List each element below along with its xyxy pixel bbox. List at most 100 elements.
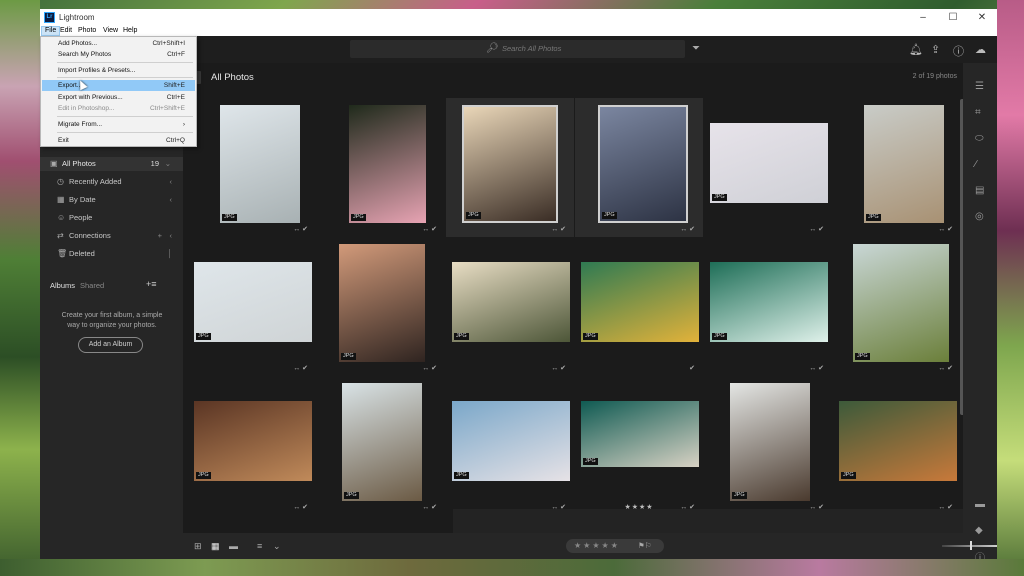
menu-item-add-photos[interactable]: Add Photos... Ctrl+Shift+I (42, 38, 195, 49)
connections-icon: ⇄ (57, 231, 64, 240)
photo-thumbnail[interactable]: JPG (839, 401, 957, 481)
photo-thumbnail[interactable]: JPG (581, 401, 699, 467)
file-type-badge: JPG (454, 472, 469, 479)
menu-view[interactable]: View (100, 26, 121, 36)
sidebar-item-connections[interactable]: ⇄ Connections + ‹ (48, 229, 176, 243)
help-icon[interactable]: ⓘ (953, 43, 964, 59)
file-type-badge: JPG (712, 333, 727, 340)
photo-status-icons: ↔ ✔ (680, 226, 695, 233)
menu-item-migrate-from[interactable]: Migrate From... › (42, 119, 195, 130)
chevron-down-icon[interactable]: ⌄ (273, 541, 281, 552)
search-input[interactable]: 🔎︎ Search All Photos (350, 40, 685, 58)
tab-shared[interactable]: Shared (80, 281, 104, 290)
photo-count: 2 of 19 photos (912, 73, 957, 80)
photo-thumbnail[interactable]: JPG (194, 401, 312, 481)
gradient-icon[interactable]: ▤ (975, 185, 984, 196)
menu-photo[interactable]: Photo (75, 26, 99, 36)
photo-cell[interactable]: JPG ↔ ✔ (704, 237, 832, 376)
photo-status-icons: ↔ ✔ (551, 365, 566, 372)
photo-cell[interactable]: JPG ↔ ✔ (704, 376, 832, 515)
sidebar-item-deleted[interactable]: 🗑︎ Deleted │ (48, 247, 176, 261)
menu-item-import-profiles[interactable]: Import Profiles & Presets... (42, 65, 195, 76)
photo-cell[interactable]: JPG ✔ (575, 237, 703, 376)
photo-cell[interactable]: JPG ↔ ✔ (833, 237, 961, 376)
tab-albums[interactable]: Albums (50, 281, 75, 290)
photo-cell[interactable]: JPG ↔ ✔ (575, 98, 703, 237)
menu-separator (57, 77, 193, 78)
photo-thumbnail[interactable]: JPG (710, 262, 828, 342)
edit-sliders-icon[interactable]: ☰ (975, 81, 984, 92)
file-menu-dropdown: Add Photos... Ctrl+Shift+I Search My Phot… (40, 36, 197, 147)
crop-icon[interactable]: ⌗ (975, 107, 981, 118)
photo-cell[interactable]: JPG ↔ ✔ (188, 98, 316, 237)
cloud-sync-icon[interactable]: ☁ (975, 43, 986, 56)
single-view-icon[interactable]: ▬ (229, 541, 238, 551)
filter-icon[interactable]: ⏷ (692, 43, 700, 54)
rating-filter[interactable]: ★★★★★ ⚑⚐ (566, 539, 664, 553)
photo-cell[interactable]: JPG ↔ ✔ (833, 98, 961, 237)
photo-thumbnail[interactable]: JPG (853, 244, 949, 362)
right-tool-panel: ☰ ⌗ ⬭ ∕ ▤ ◎ ▬ ◆ ⓘ (963, 63, 997, 559)
sort-options-icon[interactable]: ≡ (257, 541, 262, 551)
minimize-button[interactable]: – (908, 9, 938, 26)
photo-cell[interactable]: JPG ↔ ✔ (188, 376, 316, 515)
menu-edit[interactable]: Edit (57, 26, 75, 36)
menu-item-edit-in-photoshop[interactable]: Edit in Photoshop... Ctrl+Shift+E (42, 103, 195, 114)
photo-thumbnail[interactable]: JPG (452, 262, 570, 342)
brush-icon[interactable]: ∕ (975, 159, 977, 170)
photo-status-icons: ↔ ✔ (422, 226, 437, 233)
photo-cell[interactable]: JPG ↔ ✔ (446, 376, 574, 515)
radial-filter-icon[interactable]: ◎ (975, 211, 984, 222)
add-connection-icon[interactable]: + (158, 229, 162, 243)
photo-cell[interactable]: JPG ↔ ✔ (317, 376, 445, 515)
photo-cell[interactable]: JPG ↔ ✔ (833, 376, 961, 515)
photo-cell[interactable]: JPG ↔ ✔ (317, 237, 445, 376)
menu-item-search-my-photos[interactable]: Search My Photos Ctrl+F (42, 49, 195, 60)
photo-cell[interactable]: JPG ↔ ✔ (188, 237, 316, 376)
file-type-badge: JPG (841, 472, 856, 479)
star-rating[interactable]: ★★★★★ (574, 539, 620, 553)
photo-thumbnail[interactable]: JPG (710, 123, 828, 203)
healing-brush-icon[interactable]: ⬭ (975, 133, 984, 144)
menu-separator (57, 116, 193, 117)
photo-thumbnail[interactable]: JPG (730, 383, 810, 501)
photo-thumbnail[interactable]: JPG (342, 383, 422, 501)
sidebar-item-recently-added[interactable]: ◷ Recently Added ‹ (48, 175, 176, 189)
photo-cell[interactable]: JPG ↔ ✔ (446, 98, 574, 237)
grid-view-icon[interactable]: ▦ (211, 541, 220, 552)
photo-thumbnail[interactable]: JPG (452, 401, 570, 481)
photo-cell[interactable]: JPG ↔ ✔ (317, 98, 445, 237)
photo-thumbnail[interactable]: JPG (220, 105, 300, 223)
photo-thumbnail[interactable]: JPG (349, 105, 426, 223)
sidebar-item-all-photos[interactable]: ▣ All Photos 19 ⌄ (40, 157, 183, 171)
photo-thumbnail[interactable]: JPG (581, 262, 699, 342)
menu-help[interactable]: Help (120, 26, 140, 36)
photo-thumbnail[interactable]: JPG (194, 262, 312, 342)
add-album-button[interactable]: Add an Album (78, 337, 143, 353)
photo-cell[interactable]: JPG ↔ ✔ ★★★★ (575, 376, 703, 515)
slider-handle[interactable] (970, 541, 972, 550)
window-title: Lightroom (59, 13, 95, 22)
sidebar-item-by-date[interactable]: ▦ By Date ‹ (48, 193, 176, 207)
info-icon[interactable]: ⓘ (975, 549, 985, 559)
sort-icon[interactable]: ≡ (151, 279, 156, 289)
notifications-bell-icon[interactable]: 🔔︎ (909, 43, 923, 56)
tag-icon[interactable]: ◆ (975, 525, 983, 536)
photo-cell[interactable]: JPG ↔ ✔ (704, 98, 832, 237)
comments-icon[interactable]: ▬ (975, 499, 985, 510)
photo-status-icons: ↔ ✔ (422, 365, 437, 372)
sidebar-item-people[interactable]: ☺ People (48, 211, 176, 225)
photo-cell[interactable]: JPG ↔ ✔ (446, 237, 574, 376)
menu-item-exit[interactable]: Exit Ctrl+Q (42, 135, 195, 146)
photo-thumbnail[interactable]: JPG (339, 244, 425, 362)
flag-icon[interactable]: ⚑⚐ (638, 539, 651, 553)
grid-view-small-icon[interactable]: ⊞ (194, 541, 202, 552)
menu-item-export-with-previous[interactable]: Export with Previous... Ctrl+E (42, 92, 195, 103)
photo-thumbnail[interactable]: JPG (598, 105, 688, 223)
photo-thumbnail[interactable]: JPG (864, 105, 944, 223)
photo-thumbnail[interactable]: JPG (462, 105, 558, 223)
share-icon[interactable]: ⇪ (931, 43, 940, 56)
close-button[interactable]: ✕ (967, 9, 997, 26)
menu-item-export[interactable]: Export... Shift+E (42, 80, 195, 91)
maximize-button[interactable]: ☐ (938, 9, 968, 26)
